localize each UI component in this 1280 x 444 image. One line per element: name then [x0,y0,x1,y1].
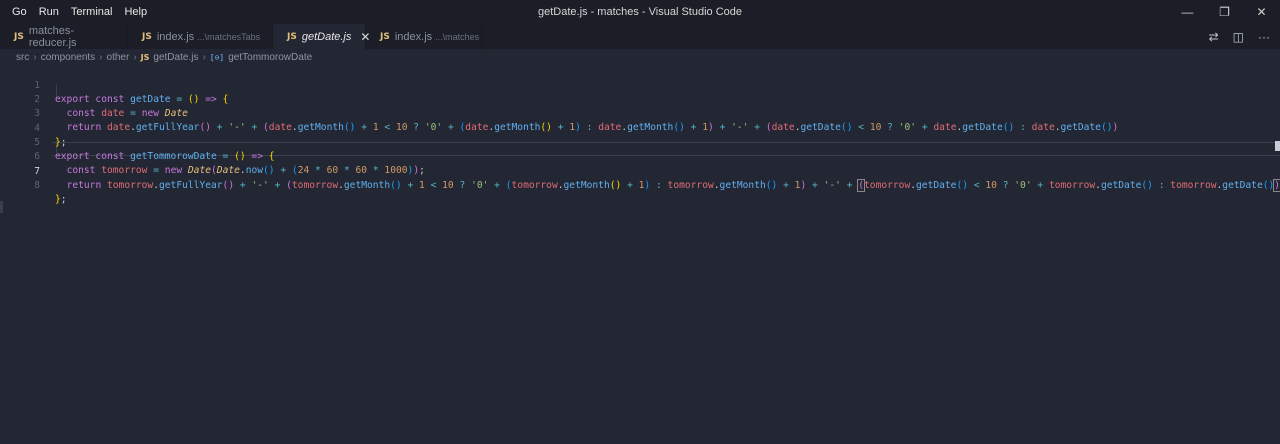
close-window-icon[interactable]: ✕ [1243,0,1280,24]
title-bar: Go Run Terminal Help getDate.js - matche… [0,0,1280,24]
breadcrumb-src[interactable]: src [16,52,29,63]
window-controls: — ❐ ✕ [1169,0,1280,24]
breadcrumb-other[interactable]: other [107,52,130,63]
chevron-right-icon: › [33,51,37,63]
variable-symbol-icon: [⊙] [209,52,225,62]
code-line[interactable]: 7 return tomorrow.getFullYear() + '-' + … [0,151,1280,192]
line-number: 8 [34,180,40,191]
code-line[interactable]: 8 }; [0,165,1280,205]
code-text: return tomorrow.getFullYear() + '-' + (t… [66,179,1280,192]
js-file-icon: JS [14,31,24,42]
chevron-right-icon: › [202,51,206,63]
more-actions-icon[interactable]: ··· [1258,30,1270,44]
chevron-right-icon: › [133,51,137,63]
minimize-icon[interactable]: — [1169,0,1206,24]
js-file-icon: JS [380,31,390,42]
code-text: }; [55,194,67,205]
code-line[interactable]: 3 return date.getFullYear() + '-' + (dat… [0,93,1280,133]
menu-bar: Go Run Terminal Help [6,0,153,24]
js-file-icon: JS [140,52,150,62]
tab-label: getDate.js [301,30,352,43]
breadcrumb-file[interactable]: getDate.js [153,52,198,63]
code-line[interactable]: 6 const tomorrow = new Date(Date.now() +… [0,136,1280,176]
chevron-right-icon: › [99,51,103,63]
breadcrumb-symbol[interactable]: getTommorowDate [228,52,312,63]
menu-terminal[interactable]: Terminal [65,0,119,24]
scrollbar-cursor-marker[interactable] [1275,141,1280,151]
code-line[interactable]: 2 const date = new Date [0,79,1280,119]
tab-bar: JS matches-reducer.js JS index.js ...\ma… [0,24,1280,49]
split-editor-icon[interactable]: ◫ [1233,30,1244,44]
window-title: getDate.js - matches - Visual Studio Cod… [537,6,742,18]
tab-getdate[interactable]: JS getDate.js ✕ [273,24,370,49]
menu-go[interactable]: Go [6,0,33,24]
menu-run[interactable]: Run [33,0,65,24]
editor-actions: ⇄ ◫ ··· [1209,24,1270,49]
tab-label: index.js [156,30,195,43]
restore-icon[interactable]: ❐ [1206,0,1243,24]
code-line[interactable]: 4 }; [0,108,1280,148]
glyph-margin-marker [0,201,3,213]
tab-index-matches[interactable]: JS index.js ...\matches [366,24,482,49]
tab-description: ...\matches [435,31,480,42]
breadcrumb-components[interactable]: components [41,52,95,63]
js-file-icon: JS [142,31,152,42]
code-line[interactable]: 5 export const getTommorowDate = () => { [0,122,1280,162]
tab-matches-reducer[interactable]: JS matches-reducer.js [0,24,128,49]
js-file-icon: JS [287,31,297,42]
code-line[interactable]: 1 export const getDate = () => { [0,65,1280,105]
tab-label: matches-reducer.js [28,24,77,49]
menu-help[interactable]: Help [118,0,153,24]
open-changes-icon[interactable]: ⇄ [1209,30,1219,44]
tab-index-matchestabs[interactable]: JS index.js ...\matchesTabs [128,24,273,49]
breadcrumb: src › components › other › JS getDate.js… [0,49,1280,65]
tab-label: index.js [394,30,433,43]
code-editor[interactable]: 1 export const getDate = () => { 2 const… [0,65,1280,444]
tab-description: ...\matchesTabs [197,31,261,42]
